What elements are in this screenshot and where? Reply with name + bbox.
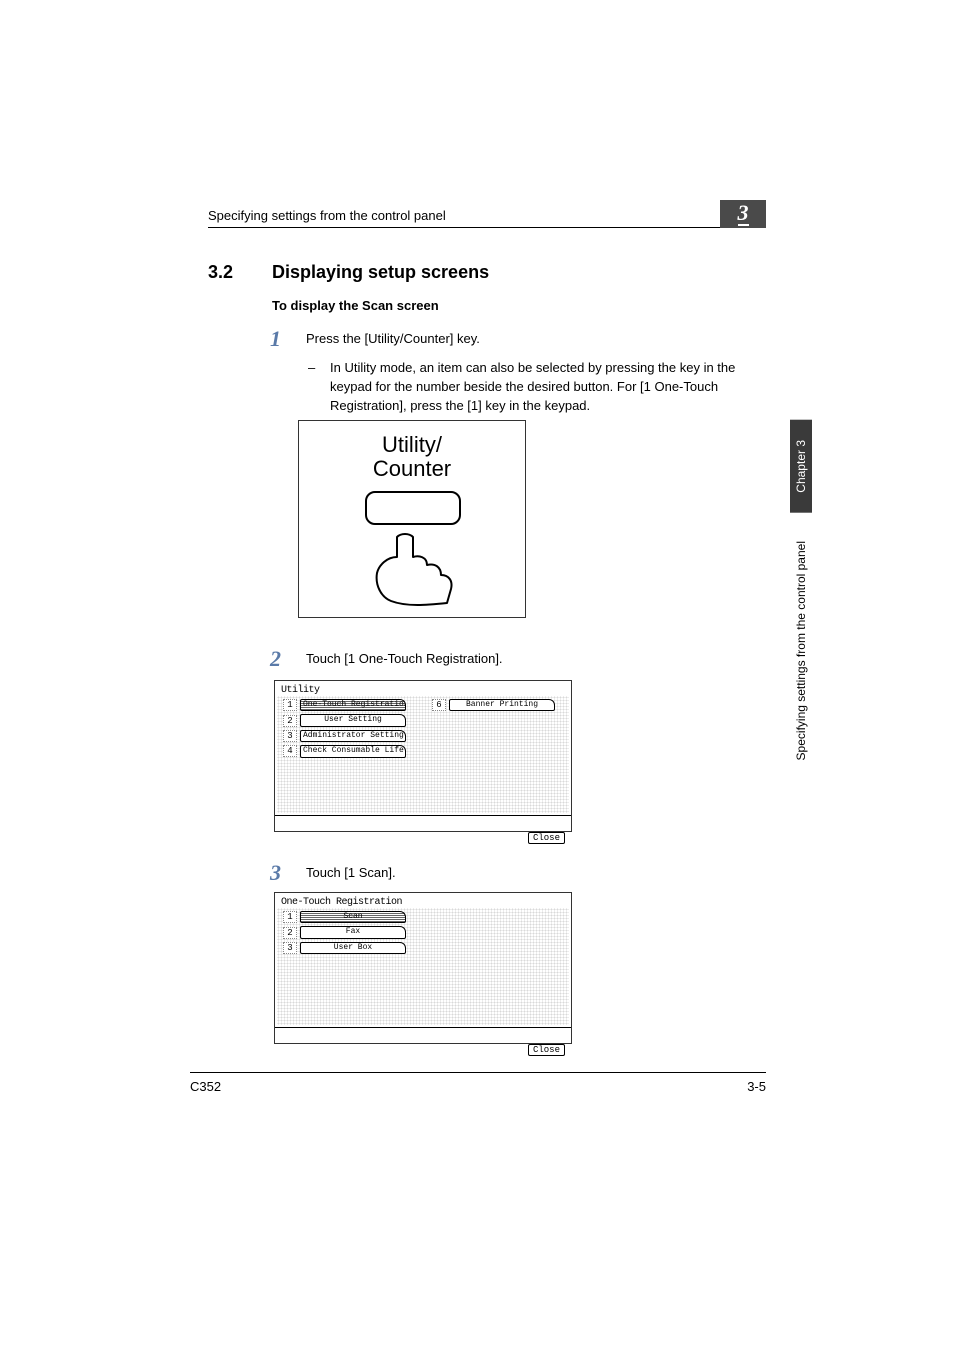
panel3-item2-num: 2 <box>283 927 297 939</box>
page-header: Specifying settings from the control pan… <box>208 208 766 228</box>
header-title: Specifying settings from the control pan… <box>208 208 446 223</box>
panel2-item1-num: 1 <box>283 699 297 711</box>
panel2-item6-num: 6 <box>432 699 446 711</box>
step-3: 3 Touch [1 Scan]. <box>272 864 744 883</box>
panel3-item3-num: 3 <box>283 942 297 954</box>
utility-key-label: Utility/ Counter <box>299 433 525 481</box>
step-3-number: 3 <box>270 860 281 886</box>
screenshot-utility-panel: Utility 1 One-Touch Registration 6 Banne… <box>274 680 572 832</box>
chapter-number: 3 <box>738 202 749 226</box>
step-3-text: Touch [1 Scan]. <box>306 864 744 883</box>
panel2-btn-check-consumable-life[interactable]: Check Consumable Life <box>300 745 406 757</box>
panel-title-utility: Utility <box>275 681 571 696</box>
step-1-note-text: In Utility mode, an item can also be sel… <box>330 360 735 413</box>
footer-right: 3-5 <box>747 1079 766 1094</box>
panel2-item4-num: 4 <box>283 745 297 757</box>
panel3-item1-num: 1 <box>283 911 297 923</box>
section-title: Displaying setup screens <box>272 262 489 283</box>
step-2-text: Touch [1 One-Touch Registration]. <box>306 650 744 669</box>
step-1-note: – In Utility mode, an item can also be s… <box>330 359 744 416</box>
panel2-btn-one-touch-registration[interactable]: One-Touch Registration <box>300 699 406 711</box>
illustration-utility-key: Utility/ Counter <box>298 420 526 618</box>
panel2-btn-administrator-setting[interactable]: Administrator Setting <box>300 730 406 742</box>
panel2-item2-num: 2 <box>283 715 297 727</box>
panel2-btn-banner-printing[interactable]: Banner Printing <box>449 699 555 711</box>
side-tab: Chapter 3 Specifying settings from the c… <box>788 420 814 800</box>
panel3-btn-user-box[interactable]: User Box <box>300 942 406 954</box>
step-2-number: 2 <box>270 646 281 672</box>
step-1-text: Press the [Utility/Counter] key. <box>306 330 744 349</box>
page-footer: C352 3-5 <box>190 1072 766 1094</box>
side-tab-text: Specifying settings from the control pan… <box>794 519 808 782</box>
step-1-note-dash: – <box>308 359 315 378</box>
panel-title-one-touch: One-Touch Registration <box>275 893 571 908</box>
chapter-number-badge: 3 <box>720 200 766 228</box>
sub-heading: To display the Scan screen <box>272 298 439 313</box>
physical-key-icon <box>365 491 461 525</box>
panel2-item3-num: 3 <box>283 730 297 742</box>
utility-key-label-bottom: Counter <box>373 456 451 481</box>
panel3-close-button[interactable]: Close <box>528 1044 565 1056</box>
pointing-hand-icon <box>357 527 467 607</box>
step-1-number: 1 <box>270 326 281 352</box>
side-tab-chapter: Chapter 3 <box>790 420 812 513</box>
footer-left: C352 <box>190 1079 221 1094</box>
utility-key-label-top: Utility/ <box>382 432 442 457</box>
section-number: 3.2 <box>208 262 272 283</box>
panel2-btn-user-setting[interactable]: User Setting <box>300 714 406 726</box>
panel3-btn-fax[interactable]: Fax <box>300 926 406 938</box>
section-heading: 3.2 Displaying setup screens <box>208 262 489 283</box>
step-2: 2 Touch [1 One-Touch Registration]. <box>272 650 744 669</box>
step-1: 1 Press the [Utility/Counter] key. – In … <box>272 330 744 415</box>
panel3-btn-scan[interactable]: Scan <box>300 911 406 923</box>
panel2-close-button[interactable]: Close <box>528 832 565 844</box>
screenshot-one-touch-panel: One-Touch Registration 1 Scan 2 Fax 3 Us… <box>274 892 572 1044</box>
